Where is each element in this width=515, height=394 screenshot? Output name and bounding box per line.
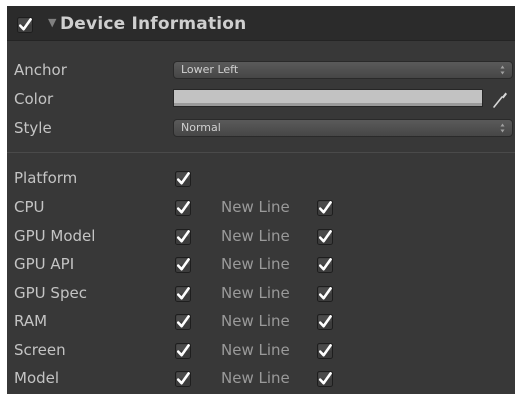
screen-new-line-label: New Line	[221, 341, 290, 359]
ram-new-line-label: New Line	[221, 312, 290, 330]
gpu-spec-label: GPU Spec	[14, 284, 87, 302]
gpu-api-label: GPU API	[14, 255, 75, 273]
gpu-spec-new-line-label: New Line	[221, 284, 290, 302]
gpu-model-new-line-checkbox[interactable]	[317, 229, 333, 245]
enabled-checkbox[interactable]	[17, 17, 33, 33]
style-value: Normal	[181, 121, 221, 134]
cpu-checkbox[interactable]	[175, 200, 191, 216]
gpu-api-new-line-checkbox[interactable]	[317, 257, 333, 273]
gpu-spec-new-line-checkbox[interactable]	[317, 286, 333, 302]
model-new-line-label: New Line	[221, 369, 290, 387]
device-information-panel: ▼ Device Information Anchor Lower Left C…	[7, 6, 515, 394]
ram-label: RAM	[14, 312, 48, 330]
updown-arrow-icon	[500, 123, 505, 133]
cpu-new-line-label: New Line	[221, 198, 290, 216]
screen-checkbox[interactable]	[175, 343, 191, 359]
section-divider	[7, 152, 515, 153]
color-field[interactable]	[173, 89, 483, 107]
cpu-new-line-checkbox[interactable]	[317, 200, 333, 216]
gpu-spec-checkbox[interactable]	[175, 286, 191, 302]
style-label: Style	[14, 119, 52, 137]
platform-label: Platform	[14, 169, 78, 187]
updown-arrow-icon	[500, 65, 505, 75]
gpu-model-new-line-label: New Line	[221, 227, 290, 245]
eyedropper-icon[interactable]	[491, 89, 509, 109]
gpu-api-checkbox[interactable]	[175, 257, 191, 273]
screen-label: Screen	[14, 341, 66, 359]
ram-new-line-checkbox[interactable]	[317, 314, 333, 330]
anchor-dropdown[interactable]: Lower Left	[173, 61, 513, 79]
triangle-down-icon[interactable]: ▼	[48, 15, 56, 31]
model-new-line-checkbox[interactable]	[317, 371, 333, 387]
component-title[interactable]: Device Information	[60, 13, 246, 35]
model-checkbox[interactable]	[175, 371, 191, 387]
style-dropdown[interactable]: Normal	[173, 119, 513, 137]
gpu-model-checkbox[interactable]	[175, 229, 191, 245]
ram-checkbox[interactable]	[175, 314, 191, 330]
alpha-strip	[174, 103, 482, 106]
model-label: Model	[14, 369, 60, 387]
cpu-label: CPU	[14, 198, 45, 216]
component-header: ▼ Device Information	[7, 6, 515, 41]
anchor-value: Lower Left	[181, 63, 239, 76]
anchor-label: Anchor	[14, 61, 67, 79]
color-label: Color	[14, 90, 54, 108]
gpu-api-new-line-label: New Line	[221, 255, 290, 273]
gpu-model-label: GPU Model	[14, 227, 96, 245]
screen-new-line-checkbox[interactable]	[317, 343, 333, 359]
platform-checkbox[interactable]	[175, 171, 191, 187]
